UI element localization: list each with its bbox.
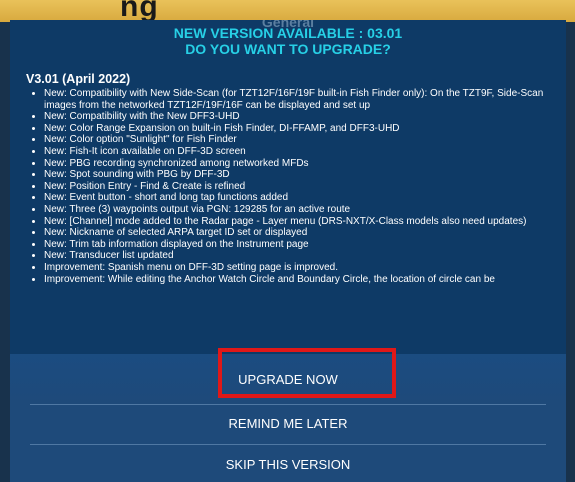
note-item: New: Color option "Sunlight" for Fish Fi… — [44, 134, 558, 146]
upgrade-dialog: General NEW VERSION AVAILABLE : 03.01 DO… — [10, 20, 566, 482]
note-item: New: [Channel] mode added to the Radar p… — [44, 216, 558, 228]
button-area: UPGRADE NOW REMIND ME LATER SKIP THIS VE… — [10, 354, 566, 482]
title-line-1: NEW VERSION AVAILABLE : 03.01 — [173, 25, 403, 41]
notes-list: New: Compatibility with New Side-Scan (f… — [26, 88, 558, 285]
note-item: New: Fish-It icon available on DFF-3D sc… — [44, 146, 558, 158]
version-heading: V3.01 (April 2022) — [26, 72, 131, 86]
note-item: New: Trim tab information displayed on t… — [44, 239, 558, 251]
divider — [30, 444, 546, 445]
top-banner: ng — [0, 0, 575, 23]
note-item: New: PBG recording synchronized among ne… — [44, 158, 558, 170]
note-item: Improvement: Spanish menu on DFF-3D sett… — [44, 262, 558, 274]
note-item: Improvement: While editing the Anchor Wa… — [44, 274, 558, 286]
upgrade-now-button[interactable]: UPGRADE NOW — [10, 366, 566, 394]
release-notes[interactable]: V3.01 (April 2022) New: Compatibility wi… — [26, 72, 558, 372]
background-right-edge — [566, 22, 575, 482]
note-item: New: Nickname of selected ARPA target ID… — [44, 227, 558, 239]
divider — [30, 404, 546, 405]
note-item: New: Three (3) waypoints output via PGN:… — [44, 204, 558, 216]
dialog-title: NEW VERSION AVAILABLE : 03.01 DO YOU WAN… — [10, 25, 566, 57]
note-item: New: Event button - short and long tap f… — [44, 192, 558, 204]
note-item: New: Compatibility with the New DFF3-UHD — [44, 111, 558, 123]
note-item: New: Spot sounding with PBG by DFF-3D — [44, 169, 558, 181]
background-left-edge — [0, 22, 10, 482]
note-item: New: Color Range Expansion on built-in F… — [44, 123, 558, 135]
note-item: New: Position Entry - Find & Create is r… — [44, 181, 558, 193]
title-line-2: DO YOU WANT TO UPGRADE? — [185, 41, 391, 57]
skip-this-version-button[interactable]: SKIP THIS VERSION — [10, 450, 566, 480]
note-item: New: Compatibility with New Side-Scan (f… — [44, 88, 558, 111]
note-item: New: Transducer list updated — [44, 250, 558, 262]
remind-me-later-button[interactable]: REMIND ME LATER — [10, 409, 566, 439]
